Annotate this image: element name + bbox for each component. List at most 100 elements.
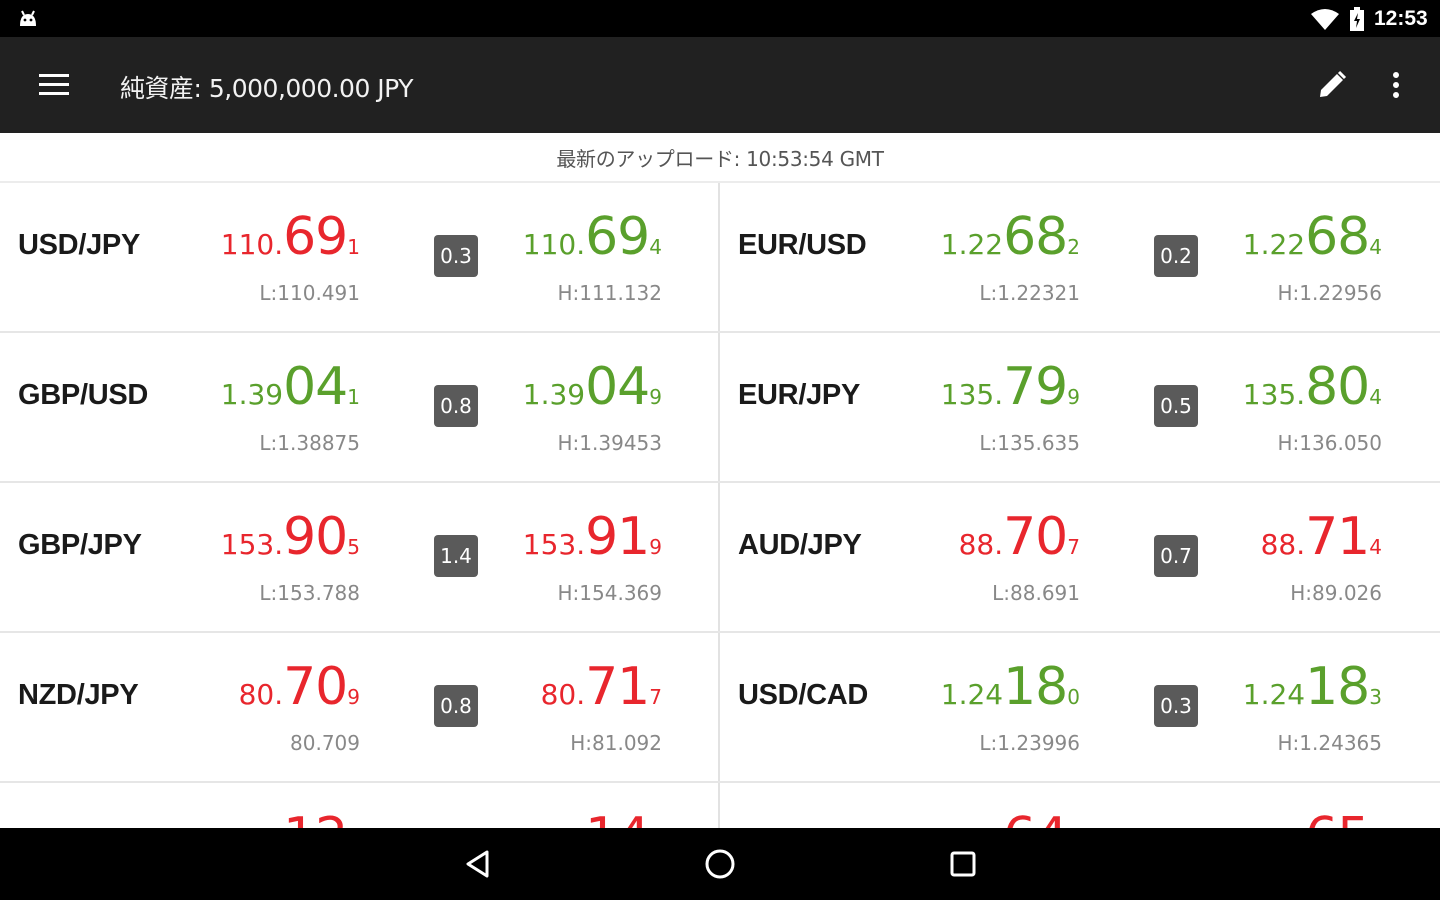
quote-cell-nzd-jpy[interactable]: NZD/JPY 80.709 0.8 80.717 80.709 H:81.092 bbox=[0, 633, 718, 781]
quote-cell-gbp-usd[interactable]: GBP/USD 1.39041 0.8 1.39049 L:1.38875 H:1.394… bbox=[0, 333, 718, 481]
bid-price-main: 64 bbox=[1003, 807, 1068, 828]
bid-price[interactable]: 88.707 bbox=[900, 507, 1080, 567]
ask-price-pip: 4 bbox=[1369, 535, 1382, 559]
quote-cell-usd-cad[interactable]: USD/CAD 1.24180 0.3 1.24183 L:1.23996 H:1.243… bbox=[720, 633, 1438, 781]
ask-price-prefix: 135. bbox=[1242, 378, 1306, 411]
bid-price-prefix: 1.24 bbox=[940, 678, 1004, 711]
ask-price-pip: 7 bbox=[649, 685, 662, 709]
quote-row: NZD/JPY 80.709 0.8 80.717 80.709 H:81.092 USD/… bbox=[0, 633, 1440, 783]
bid-price[interactable]: 120 bbox=[180, 807, 360, 828]
menu-button[interactable] bbox=[24, 61, 84, 109]
wifi-icon bbox=[1311, 9, 1339, 30]
ask-price[interactable]: 80.717 bbox=[482, 657, 662, 717]
quote-cell-aud-jpy[interactable]: AUD/JPY 88.707 0.7 88.714 L:88.691 H:89.026 bbox=[720, 483, 1438, 631]
ask-price-main: 68 bbox=[1305, 207, 1370, 267]
last-update-bar: 最新のアップロード: 10:53:54 GMT bbox=[0, 133, 1440, 183]
low-price: L:110.491 bbox=[259, 281, 360, 305]
spread-badge: 0.7 bbox=[1154, 535, 1198, 577]
ask-price-pip: 9 bbox=[649, 535, 662, 559]
android-icon bbox=[20, 10, 36, 26]
bid-price[interactable]: 135.799 bbox=[900, 357, 1080, 417]
high-price: H:136.050 bbox=[1277, 431, 1382, 455]
bid-price-prefix: 88. bbox=[958, 528, 1004, 561]
high-price: H:81.092 bbox=[570, 731, 662, 755]
bid-price-main: 79 bbox=[1003, 357, 1068, 417]
bid-price-main: 68 bbox=[1003, 207, 1068, 267]
home-icon bbox=[705, 849, 735, 879]
quote-cell-partial[interactable]: 640 650 bbox=[720, 783, 1438, 828]
ask-price[interactable]: 1.24183 bbox=[1202, 657, 1382, 717]
home-button[interactable] bbox=[690, 840, 750, 888]
navigation-bar bbox=[0, 828, 1440, 900]
back-button[interactable] bbox=[448, 840, 508, 888]
bid-price-pip: 1 bbox=[347, 385, 360, 409]
menu-icon bbox=[39, 74, 69, 95]
recents-button[interactable] bbox=[933, 840, 993, 888]
currency-pair: NZD/JPY bbox=[18, 679, 139, 711]
ask-price[interactable]: 1.39049 bbox=[482, 357, 662, 417]
high-price: H:1.24365 bbox=[1277, 731, 1382, 755]
ask-price[interactable]: 153.919 bbox=[482, 507, 662, 567]
ask-price[interactable]: 110.694 bbox=[482, 207, 662, 267]
bid-price-main: 12 bbox=[283, 807, 348, 828]
quote-row: GBP/JPY 153.905 1.4 153.919 L:153.788 H:154.3… bbox=[0, 483, 1440, 633]
bid-price-pip: 1 bbox=[347, 235, 360, 259]
bid-price-prefix: 110. bbox=[220, 228, 284, 261]
ask-price-prefix: 80. bbox=[540, 678, 586, 711]
ask-price-pip: 4 bbox=[1369, 235, 1382, 259]
ask-price-main: 04 bbox=[585, 357, 650, 417]
bid-price-pip: 9 bbox=[1067, 385, 1080, 409]
bid-price[interactable]: 640 bbox=[900, 807, 1080, 828]
bid-price[interactable]: 1.24180 bbox=[900, 657, 1080, 717]
quote-row: GBP/USD 1.39041 0.8 1.39049 L:1.38875 H:1.394… bbox=[0, 333, 1440, 483]
more-vert-icon bbox=[1393, 72, 1399, 98]
ask-price-pip: 4 bbox=[649, 235, 662, 259]
bid-price-main: 69 bbox=[283, 207, 348, 267]
status-time: 12:53 bbox=[1374, 7, 1428, 30]
currency-pair: USD/JPY bbox=[18, 229, 140, 261]
last-update-text: 最新のアップロード: 10:53:54 GMT bbox=[556, 146, 884, 171]
bid-price-prefix: 153. bbox=[220, 528, 284, 561]
spread-badge: 0.2 bbox=[1154, 235, 1198, 277]
more-options-button[interactable] bbox=[1372, 61, 1420, 109]
ask-price[interactable]: 140 bbox=[482, 807, 662, 828]
ask-price-main: 71 bbox=[585, 657, 650, 717]
ask-price-main: 18 bbox=[1305, 657, 1370, 717]
bid-price-prefix: 1.22 bbox=[940, 228, 1004, 261]
bid-price-main: 04 bbox=[283, 357, 348, 417]
ask-price-prefix: 1.22 bbox=[1242, 228, 1306, 261]
currency-pair: GBP/USD bbox=[18, 379, 149, 411]
net-assets-title: 純資産: 5,000,000.00 JPY bbox=[120, 74, 413, 103]
ask-price[interactable]: 88.714 bbox=[1202, 507, 1382, 567]
spread-badge: 0.8 bbox=[434, 385, 478, 427]
bid-price[interactable]: 153.905 bbox=[180, 507, 360, 567]
bid-price-main: 90 bbox=[283, 507, 348, 567]
ask-price[interactable]: 1.22684 bbox=[1202, 207, 1382, 267]
currency-pair: EUR/JPY bbox=[738, 379, 860, 411]
low-price: L:1.38875 bbox=[259, 431, 360, 455]
bid-price[interactable]: 80.709 bbox=[180, 657, 360, 717]
bid-price[interactable]: 110.691 bbox=[180, 207, 360, 267]
high-price: H:154.369 bbox=[557, 581, 662, 605]
quote-cell-usd-jpy[interactable]: USD/JPY 110.691 0.3 110.694 L:110.491 H:111.1… bbox=[0, 183, 718, 331]
bid-price-pip: 5 bbox=[347, 535, 360, 559]
edit-button[interactable] bbox=[1308, 61, 1356, 109]
high-price: H:111.132 bbox=[557, 281, 662, 305]
ask-price[interactable]: 135.804 bbox=[1202, 357, 1382, 417]
spread-badge: 0.3 bbox=[1154, 685, 1198, 727]
quote-cell-gbp-jpy[interactable]: GBP/JPY 153.905 1.4 153.919 L:153.788 H:154.3… bbox=[0, 483, 718, 631]
spread-badge: 1.4 bbox=[434, 535, 478, 577]
ask-price-pip: 9 bbox=[649, 385, 662, 409]
ask-price-main: 80 bbox=[1305, 357, 1370, 417]
bid-price-pip: 9 bbox=[347, 685, 360, 709]
bid-price[interactable]: 1.22682 bbox=[900, 207, 1080, 267]
recents-icon bbox=[950, 851, 976, 877]
bid-price[interactable]: 1.39041 bbox=[180, 357, 360, 417]
bid-price-main: 70 bbox=[283, 657, 348, 717]
ask-price[interactable]: 650 bbox=[1202, 807, 1382, 828]
bid-price-main: 18 bbox=[1003, 657, 1068, 717]
quote-cell-eur-jpy[interactable]: EUR/JPY 135.799 0.5 135.804 L:135.635 H:136.0… bbox=[720, 333, 1438, 481]
quote-cell-eur-usd[interactable]: EUR/USD 1.22682 0.2 1.22684 L:1.22321 H:1.229… bbox=[720, 183, 1438, 331]
quote-cell-partial[interactable]: 120 140 bbox=[0, 783, 718, 828]
low-price: L:1.22321 bbox=[979, 281, 1080, 305]
